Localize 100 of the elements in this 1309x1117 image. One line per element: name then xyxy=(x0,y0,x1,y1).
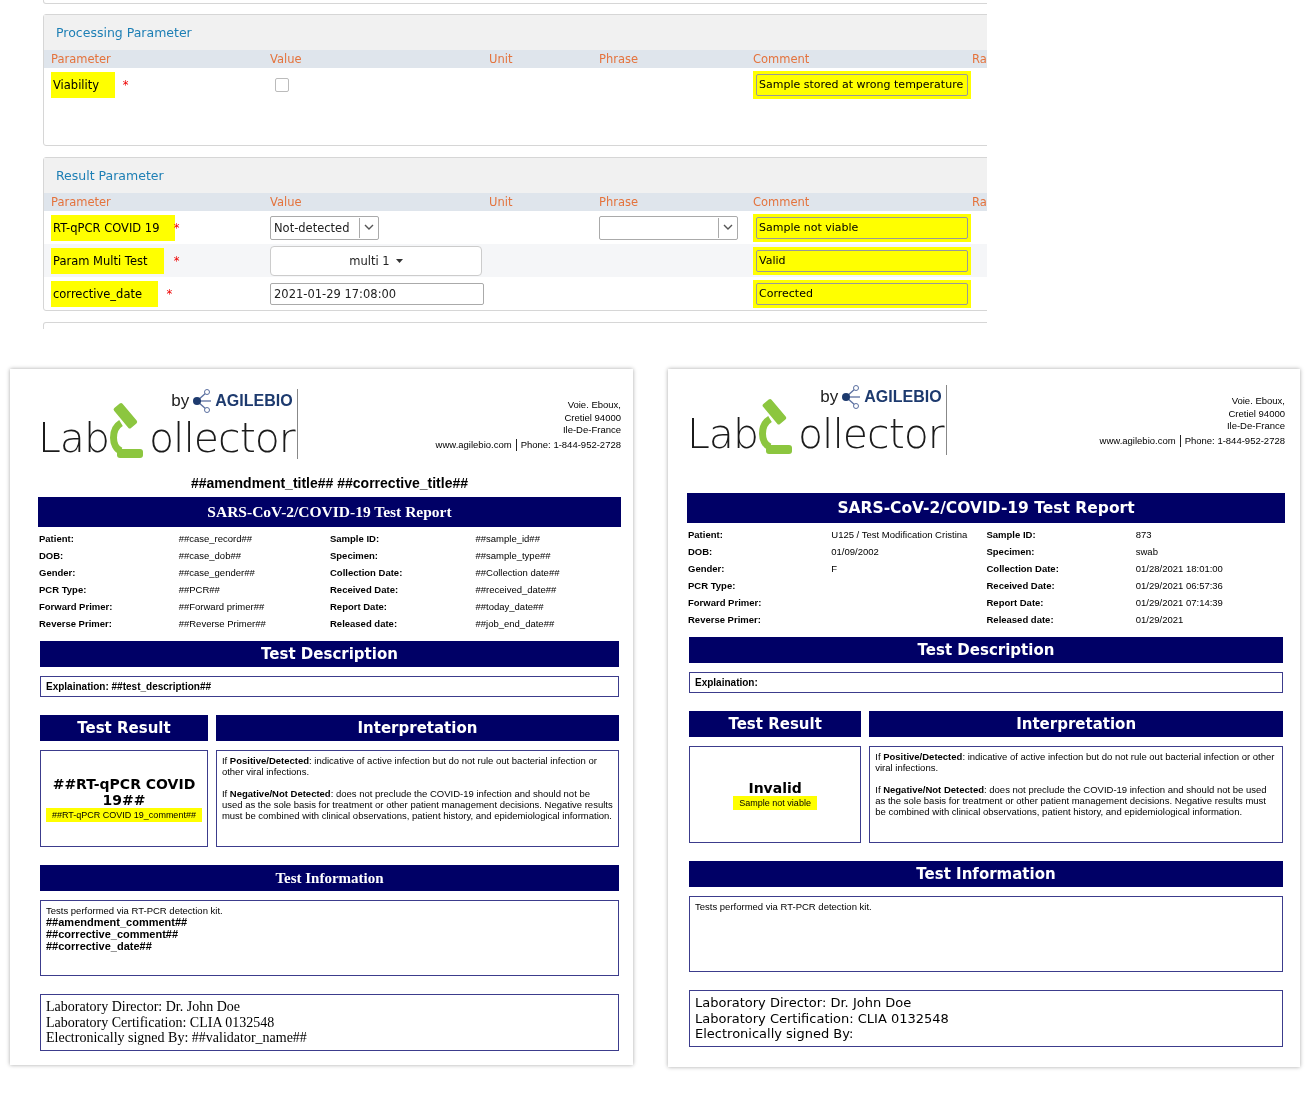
description-text: Explaination: xyxy=(689,672,1283,693)
field-value: 01/09/2002 xyxy=(831,546,880,557)
section-banner: Interpretation xyxy=(869,711,1283,737)
signature-line: Laboratory Certification: CLIA 0132548 xyxy=(695,1010,950,1026)
signature-line: Laboratory Director: Dr. John Doe xyxy=(46,999,241,1015)
information-line: ##amendment_comment## xyxy=(46,916,189,928)
field-value: F xyxy=(831,563,839,574)
information-line: ##corrective_date## xyxy=(46,940,153,952)
column-header: Value xyxy=(270,52,303,66)
section-banner: Test Description xyxy=(689,637,1283,663)
field-label: Specimen: xyxy=(330,550,380,561)
comment-input-field[interactable]: Sample not viable xyxy=(756,216,968,239)
logo-text-end: ollector xyxy=(149,418,295,459)
website-text: www.agilebio.com xyxy=(434,438,513,451)
field-value: ##sample_type## xyxy=(475,550,552,561)
field-label: PCR Type: xyxy=(39,584,88,595)
field-label: Patient: xyxy=(39,533,75,544)
phrase-select[interactable] xyxy=(599,215,738,240)
interpretation-paragraph: If Positive/Detected: indicative of active infection but do not rule out bacterial infection or other viral infections. xyxy=(875,751,1276,773)
field-label: PCR Type: xyxy=(688,580,737,591)
value-select[interactable]: Not-detected xyxy=(270,215,379,240)
field-label: Reverse Primer: xyxy=(39,618,113,629)
required-mark: * xyxy=(166,286,173,301)
field-value: swab xyxy=(1135,546,1159,557)
address-line: Cretiel 94000 xyxy=(1227,407,1285,420)
result-value: Invalid xyxy=(748,779,802,796)
field-label: Received Date: xyxy=(330,584,400,595)
field-value: ##sample_id## xyxy=(475,533,541,544)
parameter-label: Viability xyxy=(51,71,116,98)
parameter-label: corrective_date xyxy=(51,280,159,307)
description-text: Explaination: ##test_description## xyxy=(40,676,619,697)
required-mark: * xyxy=(173,220,180,235)
signature-line: Laboratory Certification: CLIA 0132548 xyxy=(46,1014,276,1030)
field-value: 01/28/2021 18:01:00 xyxy=(1135,563,1224,574)
comment-input-field[interactable]: Sample stored at wrong temperature xyxy=(756,73,968,96)
field-label: Forward Primer: xyxy=(39,601,114,612)
field-value: ##received_date## xyxy=(475,584,558,595)
chevron-down-icon xyxy=(364,224,374,231)
information-line: Tests performed via RT-PCR detection kit. xyxy=(695,901,873,912)
panel-title: Result Parameter xyxy=(56,168,164,183)
interpretation-paragraph: If Positive/Detected: indicative of active infection but do not rule out bacterial infection or other viral infections. xyxy=(221,755,598,777)
caret-icon xyxy=(395,258,403,263)
column-header: Phrase xyxy=(599,52,640,66)
field-value: ##case_record## xyxy=(178,533,254,544)
column-header: Parameter xyxy=(51,52,112,66)
field-value: ##Reverse Primer## xyxy=(178,618,267,629)
logo-text-end: ollector xyxy=(798,414,944,455)
molecule-icon xyxy=(191,389,214,413)
chevron-down-icon xyxy=(723,224,733,231)
field-value: ##today_date## xyxy=(475,601,545,612)
field-value: ##PCR## xyxy=(178,584,221,595)
address-line: Voie. Eboux, xyxy=(1230,395,1285,408)
signature-line: Laboratory Director: Dr. John Doe xyxy=(695,995,913,1011)
field-value: ##Collection date## xyxy=(475,567,561,578)
column-header: Comment xyxy=(753,52,811,66)
column-header: Ra xyxy=(972,195,987,209)
column-header: Unit xyxy=(489,195,514,209)
result-value: ##RT-qPCR COVID 19## xyxy=(51,775,197,808)
date-input-field[interactable]: 2021-01-29 17:08:00 xyxy=(270,282,484,305)
column-header: Comment xyxy=(753,195,811,209)
section-banner: Test Information xyxy=(689,861,1283,887)
field-label: Reverse Primer: xyxy=(688,614,762,625)
information-line: ##corrective_comment## xyxy=(46,928,180,940)
required-mark: * xyxy=(122,77,129,92)
interpretation-paragraph: If Negative/Not Detected: does not preclude the COVID-19 infection and should not be used as the sole basis for treatment or other patient management decisions. Negative results must be combined with clinical observations, patient history, and epidemiological information. xyxy=(875,784,1268,817)
panel-title: Processing Parameter xyxy=(56,25,192,40)
logo-by-text: by xyxy=(171,391,190,411)
section-banner: Test Result xyxy=(689,711,862,737)
logo-by-text: by xyxy=(820,387,839,407)
interpretation-paragraph: If Negative/Not Detected: does not preclude the COVID-19 infection and should not be used as the sole basis for treatment or other patient management decisions. Negative results must be combined with clinical observations, patient history, and epidemiological information. xyxy=(221,788,613,821)
brand-text: AGILEBIO xyxy=(864,388,942,406)
field-label: Forward Primer: xyxy=(688,597,763,608)
field-value: ##job_end_date## xyxy=(475,618,556,629)
field-label: DOB: xyxy=(688,546,714,557)
field-label: Specimen: xyxy=(986,546,1036,557)
comment-input-field[interactable]: Valid xyxy=(756,249,968,272)
logo-text-start: Lab xyxy=(687,414,758,455)
brand-text: AGILEBIO xyxy=(215,392,293,410)
report-title-banner: SARS-CoV-2/COVID-19 Test Report xyxy=(687,493,1285,523)
address-line: Cretiel 94000 xyxy=(563,411,621,424)
required-mark: * xyxy=(173,253,180,268)
address-line: Ile-De-France xyxy=(1225,420,1285,433)
field-label: Gender: xyxy=(688,563,726,574)
multi-select-dropdown[interactable]: multi 1 xyxy=(270,245,482,276)
result-comment: ##RT-qPCR COVID 19_comment## xyxy=(46,807,202,822)
result-comment: Sample not viable xyxy=(733,795,817,810)
report-heading: ##amendment_title## ##corrective_title## xyxy=(190,475,468,491)
field-label: Gender: xyxy=(39,567,77,578)
molecule-icon xyxy=(840,385,863,409)
comment-input-field[interactable]: Corrected xyxy=(756,282,968,305)
field-value: 01/29/2021 06:57:36 xyxy=(1135,580,1224,591)
field-value: 873 xyxy=(1135,529,1153,540)
phone-text: Phone: 1-844-952-2728 xyxy=(515,438,621,451)
logo-text-start: Lab xyxy=(38,418,109,459)
checkbox[interactable] xyxy=(275,77,289,92)
field-label: Collection Date: xyxy=(330,567,404,578)
column-header: Value xyxy=(270,195,303,209)
signature-line: Electronically signed By: xyxy=(695,1026,855,1042)
website-text: www.agilebio.com xyxy=(1098,434,1177,447)
column-header: Parameter xyxy=(51,195,112,209)
